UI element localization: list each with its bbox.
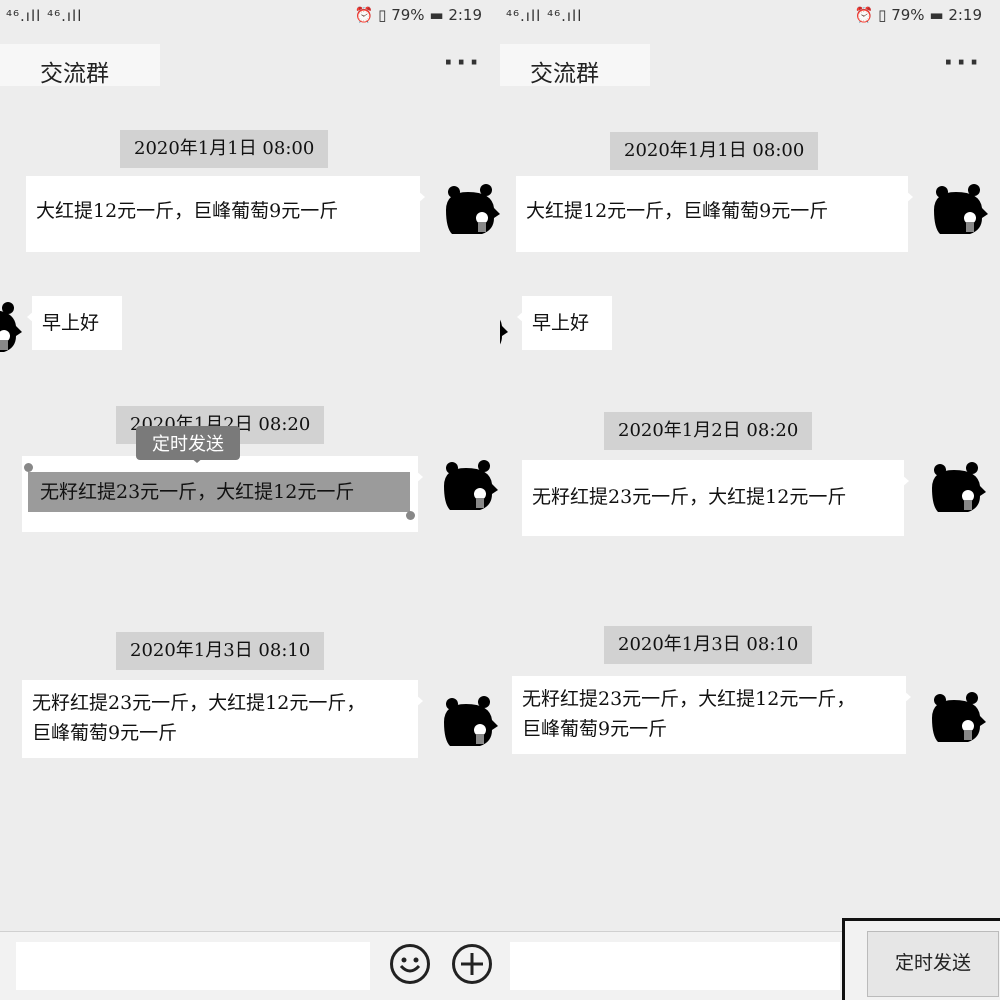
vibrate-icon: ▯ xyxy=(378,6,387,24)
avatar[interactable] xyxy=(440,692,498,750)
selection-handle-end[interactable] xyxy=(406,511,415,520)
chat-title-box: 交流群 xyxy=(500,44,650,87)
avatar[interactable] xyxy=(930,180,988,238)
more-menu-button[interactable]: ··· xyxy=(443,48,482,78)
left-screen: ⁴⁶.ıll ⁴⁶.ıll ⏰ ▯ 79% ▬ 2:19 交流群 ··· 202… xyxy=(0,0,500,1000)
chat-header: 交流群 ··· xyxy=(500,40,1000,92)
message-input[interactable] xyxy=(510,942,840,990)
signal-indicator: ⁴⁶.ıll ⁴⁶.ıll xyxy=(6,7,83,25)
chat-title: 交流群 xyxy=(40,61,109,87)
message-text: 巨峰葡萄9元一斤 xyxy=(32,722,178,744)
avatar[interactable] xyxy=(500,298,508,356)
message-text: 巨峰葡萄9元一斤 xyxy=(522,718,668,740)
message-bubble[interactable]: 早上好 xyxy=(517,296,612,350)
message-text: 无籽红提23元一斤，大红提12元一斤， xyxy=(32,692,366,714)
status-right: ⏰ ▯ 79% ▬ 2:19 xyxy=(355,6,482,24)
emoji-icon xyxy=(399,957,421,973)
more-menu-button[interactable]: ··· xyxy=(943,48,982,78)
message-text: 无籽红提23元一斤，大红提12元一斤， xyxy=(522,688,856,710)
schedule-send-button[interactable]: 定时发送 xyxy=(867,931,999,997)
timestamp: 2020年1月1日 08:00 xyxy=(120,130,329,168)
message-text: 大红提12元一斤，巨峰葡萄9元一斤 xyxy=(36,200,339,222)
timestamp: 2020年1月2日 08:20 xyxy=(604,412,813,450)
chat-header: 交流群 ··· xyxy=(0,40,500,92)
message-bubble[interactable]: 大红提12元一斤，巨峰葡萄9元一斤 xyxy=(26,176,425,252)
message-text: 大红提12元一斤，巨峰葡萄9元一斤 xyxy=(526,200,829,222)
message-bubble[interactable]: 无籽红提23元一斤，大红提12元一斤， 巨峰葡萄9元一斤 xyxy=(22,680,423,758)
emoji-button[interactable] xyxy=(390,944,430,984)
message-bubble[interactable]: 无籽红提23元一斤，大红提12元一斤 xyxy=(522,460,909,536)
status-bar: ⁴⁶.ıll ⁴⁶.ıll ⏰ ▯ 79% ▬ 2:19 xyxy=(0,0,500,34)
avatar[interactable] xyxy=(442,180,500,238)
schedule-send-menu-item[interactable]: 定时发送 xyxy=(136,426,240,463)
clock: 2:19 xyxy=(448,6,482,24)
clock: 2:19 xyxy=(948,6,982,24)
plus-icon xyxy=(461,953,483,975)
right-screen: ⁴⁶.ıll ⁴⁶.ıll ⏰ ▯ 79% ▬ 2:19 交流群 ··· 202… xyxy=(500,0,1000,1000)
avatar[interactable] xyxy=(928,688,986,746)
input-bar xyxy=(0,931,500,1000)
timestamp: 2020年1月3日 08:10 xyxy=(116,632,325,670)
battery-icon: ▬ xyxy=(429,6,444,24)
avatar[interactable] xyxy=(0,298,22,356)
selection-handle-start[interactable] xyxy=(24,463,33,472)
battery-percent: 79% xyxy=(891,6,925,24)
message-text: 无籽红提23元一斤，大红提12元一斤 xyxy=(532,486,847,508)
alarm-icon: ⏰ xyxy=(854,6,874,24)
message-bubble[interactable]: 早上好 xyxy=(27,296,122,350)
avatar[interactable] xyxy=(928,458,986,516)
message-text: 无籽红提23元一斤，大红提12元一斤 xyxy=(40,481,355,503)
message-text: 早上好 xyxy=(532,312,590,334)
chat-title-box: 交流群 xyxy=(0,44,160,87)
battery-percent: 79% xyxy=(391,6,425,24)
status-right: ⏰ ▯ 79% ▬ 2:19 xyxy=(855,6,982,24)
message-text: 早上好 xyxy=(42,312,100,334)
alarm-icon: ⏰ xyxy=(354,6,374,24)
schedule-send-highlight: 定时发送 xyxy=(842,918,1000,1000)
battery-icon: ▬ xyxy=(929,6,944,24)
message-input[interactable] xyxy=(16,942,370,990)
add-button[interactable] xyxy=(452,944,492,984)
message-bubble[interactable]: 大红提12元一斤，巨峰葡萄9元一斤 xyxy=(516,176,913,252)
status-bar: ⁴⁶.ıll ⁴⁶.ıll ⏰ ▯ 79% ▬ 2:19 xyxy=(500,0,1000,34)
vibrate-icon: ▯ xyxy=(878,6,887,24)
message-bubble[interactable]: 无籽红提23元一斤，大红提12元一斤， 巨峰葡萄9元一斤 xyxy=(512,676,911,754)
signal-indicator: ⁴⁶.ıll ⁴⁶.ıll xyxy=(506,7,583,25)
avatar[interactable] xyxy=(440,456,498,514)
timestamp: 2020年1月1日 08:00 xyxy=(610,132,819,170)
chat-title: 交流群 xyxy=(530,61,599,87)
timestamp: 2020年1月3日 08:10 xyxy=(604,626,813,664)
